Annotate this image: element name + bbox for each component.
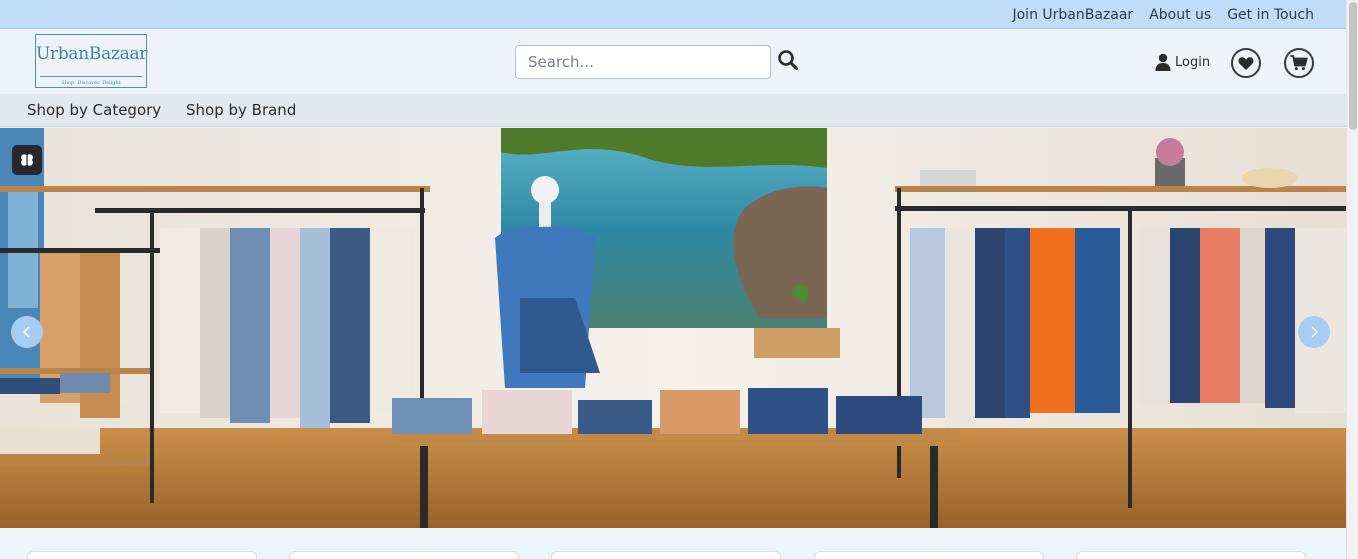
page-scrollbar[interactable] <box>1346 0 1358 559</box>
nav-shop-by-category[interactable]: Shop by Category <box>27 94 161 127</box>
carousel-next-button[interactable] <box>1298 316 1330 348</box>
scrollbar-thumb[interactable] <box>1349 2 1357 130</box>
login-label: Login <box>1175 54 1211 70</box>
search-icon <box>778 50 798 70</box>
wishlist-button[interactable] <box>1231 48 1261 78</box>
product-card-row <box>0 528 1346 559</box>
search-button[interactable] <box>777 49 799 71</box>
top-bar: Join UrbanBazaar About us Get in Touch <box>0 0 1346 29</box>
product-card[interactable] <box>289 551 519 559</box>
assistant-button[interactable] <box>12 145 42 175</box>
logo-name: UrbanBazaar <box>36 44 148 64</box>
chevron-left-icon <box>23 326 30 338</box>
hero-store-image <box>0 128 1346 528</box>
search-input[interactable] <box>515 45 771 79</box>
logo-tagline: Shop. Discover. Delight <box>61 80 121 86</box>
carousel-prev-button[interactable] <box>11 316 43 348</box>
product-card[interactable] <box>814 551 1044 559</box>
login-button[interactable]: Login <box>1155 52 1210 72</box>
get-in-touch-link[interactable]: Get in Touch <box>1227 7 1314 23</box>
product-card[interactable] <box>27 551 257 559</box>
cart-icon <box>1290 55 1308 71</box>
brain-icon <box>21 154 33 166</box>
cart-button[interactable] <box>1284 48 1314 78</box>
product-card[interactable] <box>1076 551 1306 559</box>
category-nav: Shop by Category Shop by Brand <box>0 94 1346 127</box>
logo-divider <box>40 76 142 77</box>
header: UrbanBazaar Shop. Discover. Delight Logi… <box>0 29 1346 94</box>
nav-shop-by-brand[interactable]: Shop by Brand <box>186 94 296 127</box>
top-links: Join UrbanBazaar About us Get in Touch <box>1012 0 1314 29</box>
chevron-right-icon <box>1311 326 1318 338</box>
user-icon <box>1155 53 1171 71</box>
product-card[interactable] <box>551 551 781 559</box>
heart-icon <box>1238 56 1254 70</box>
logo[interactable]: UrbanBazaar Shop. Discover. Delight <box>35 34 147 88</box>
about-us-link[interactable]: About us <box>1149 7 1211 23</box>
hero-carousel <box>0 128 1346 528</box>
join-link[interactable]: Join UrbanBazaar <box>1012 7 1133 23</box>
